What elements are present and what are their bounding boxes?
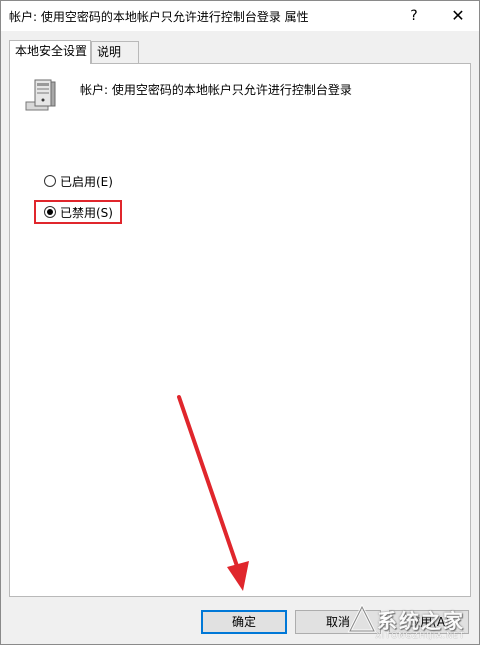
radio-enabled[interactable]: 已启用(E)	[44, 172, 113, 190]
policy-name: 帐户: 使用空密码的本地帐户只允许进行控制台登录	[80, 83, 352, 97]
help-button[interactable]: ?	[403, 5, 425, 27]
tab-explain[interactable]: 说明	[91, 41, 139, 63]
tab-panel: 帐户: 使用空密码的本地帐户只允许进行控制台登录 已启用(E) 已禁用(S)	[9, 63, 471, 597]
radio-disabled[interactable]: 已禁用(S)	[44, 203, 113, 221]
properties-dialog: 帐户: 使用空密码的本地帐户只允许进行控制台登录 属性 ? ✕ 本地安全设置 说…	[0, 0, 480, 645]
radio-disabled-label[interactable]: 已禁用(S)	[60, 204, 113, 221]
radio-enabled-circle[interactable]	[44, 175, 56, 187]
apply-button[interactable]: 应用(A)	[389, 610, 469, 634]
ok-button[interactable]: 确定	[201, 610, 287, 634]
tab-local-security-setting[interactable]: 本地安全设置	[9, 40, 91, 64]
cancel-button[interactable]: 取消	[295, 610, 381, 634]
server-computer-icon	[25, 79, 56, 111]
window-title: 帐户: 使用空密码的本地帐户只允许进行控制台登录 属性	[9, 10, 309, 24]
close-button[interactable]: ✕	[447, 5, 469, 27]
radio-enabled-label[interactable]: 已启用(E)	[60, 173, 113, 190]
radio-disabled-circle[interactable]	[44, 206, 56, 218]
title-bar: 帐户: 使用空密码的本地帐户只允许进行控制台登录 属性 ? ✕	[1, 1, 479, 31]
